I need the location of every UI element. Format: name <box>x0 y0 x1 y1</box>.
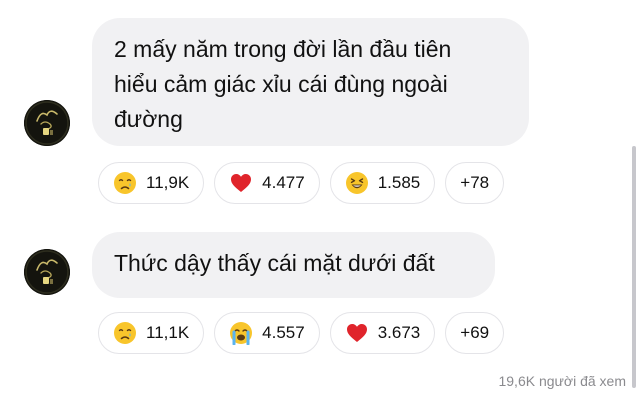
sender-avatar[interactable] <box>24 100 70 146</box>
message-bubble[interactable]: Thức dậy thấy cái mặt dưới đất <box>92 232 495 298</box>
avatar-image <box>24 100 70 146</box>
reaction-chip-laugh[interactable]: 1.585 <box>329 162 436 204</box>
loudly-crying-face-icon <box>229 321 253 345</box>
avatar-image <box>24 249 70 295</box>
sender-avatar[interactable] <box>24 249 70 295</box>
laughing-squint-face-icon <box>345 171 369 195</box>
message-text-line: Thức dậy thấy cái mặt dưới đất <box>114 250 435 276</box>
reaction-chip-crying[interactable]: 11,9K <box>98 162 205 204</box>
red-heart-icon <box>229 171 253 195</box>
reaction-chip-heart[interactable]: 3.673 <box>329 312 436 354</box>
reaction-row: 11,9K 4.477 1.585 +78 <box>98 162 505 204</box>
red-heart-icon <box>345 321 369 345</box>
reaction-chip-more[interactable]: +69 <box>445 312 505 354</box>
reaction-count: 11,1K <box>146 323 190 342</box>
reaction-count: 4.477 <box>262 173 305 192</box>
reaction-row: 11,1K 4.557 3.673 +69 <box>98 312 505 354</box>
crying-face-icon <box>113 171 137 195</box>
reaction-count: 11,9K <box>146 173 190 192</box>
reaction-chip-more[interactable]: +78 <box>445 162 505 204</box>
message-text-line: hiểu cảm giác xỉu cái đùng ngoài <box>114 71 448 97</box>
crying-face-icon <box>113 321 137 345</box>
reaction-count: 4.557 <box>262 323 305 342</box>
reaction-count: 3.673 <box>377 323 421 342</box>
reaction-chip-crying[interactable]: 11,1K <box>98 312 205 354</box>
message-bubble[interactable]: 2 mấy năm trong đời lần đầu tiên hiểu cả… <box>92 18 529 146</box>
message-text-line: đường <box>114 106 183 132</box>
reaction-more-count: +69 <box>460 323 490 342</box>
seen-count-text: 19,6K người đã xem <box>498 373 626 389</box>
reaction-count: 1.585 <box>377 173 421 192</box>
reaction-more-count: +78 <box>460 173 490 192</box>
reaction-chip-heart[interactable]: 4.477 <box>214 162 320 204</box>
reaction-chip-sob[interactable]: 4.557 <box>214 312 320 354</box>
scrollbar[interactable] <box>632 146 636 388</box>
message-text-line: 2 mấy năm trong đời lần đầu tiên <box>114 36 452 62</box>
